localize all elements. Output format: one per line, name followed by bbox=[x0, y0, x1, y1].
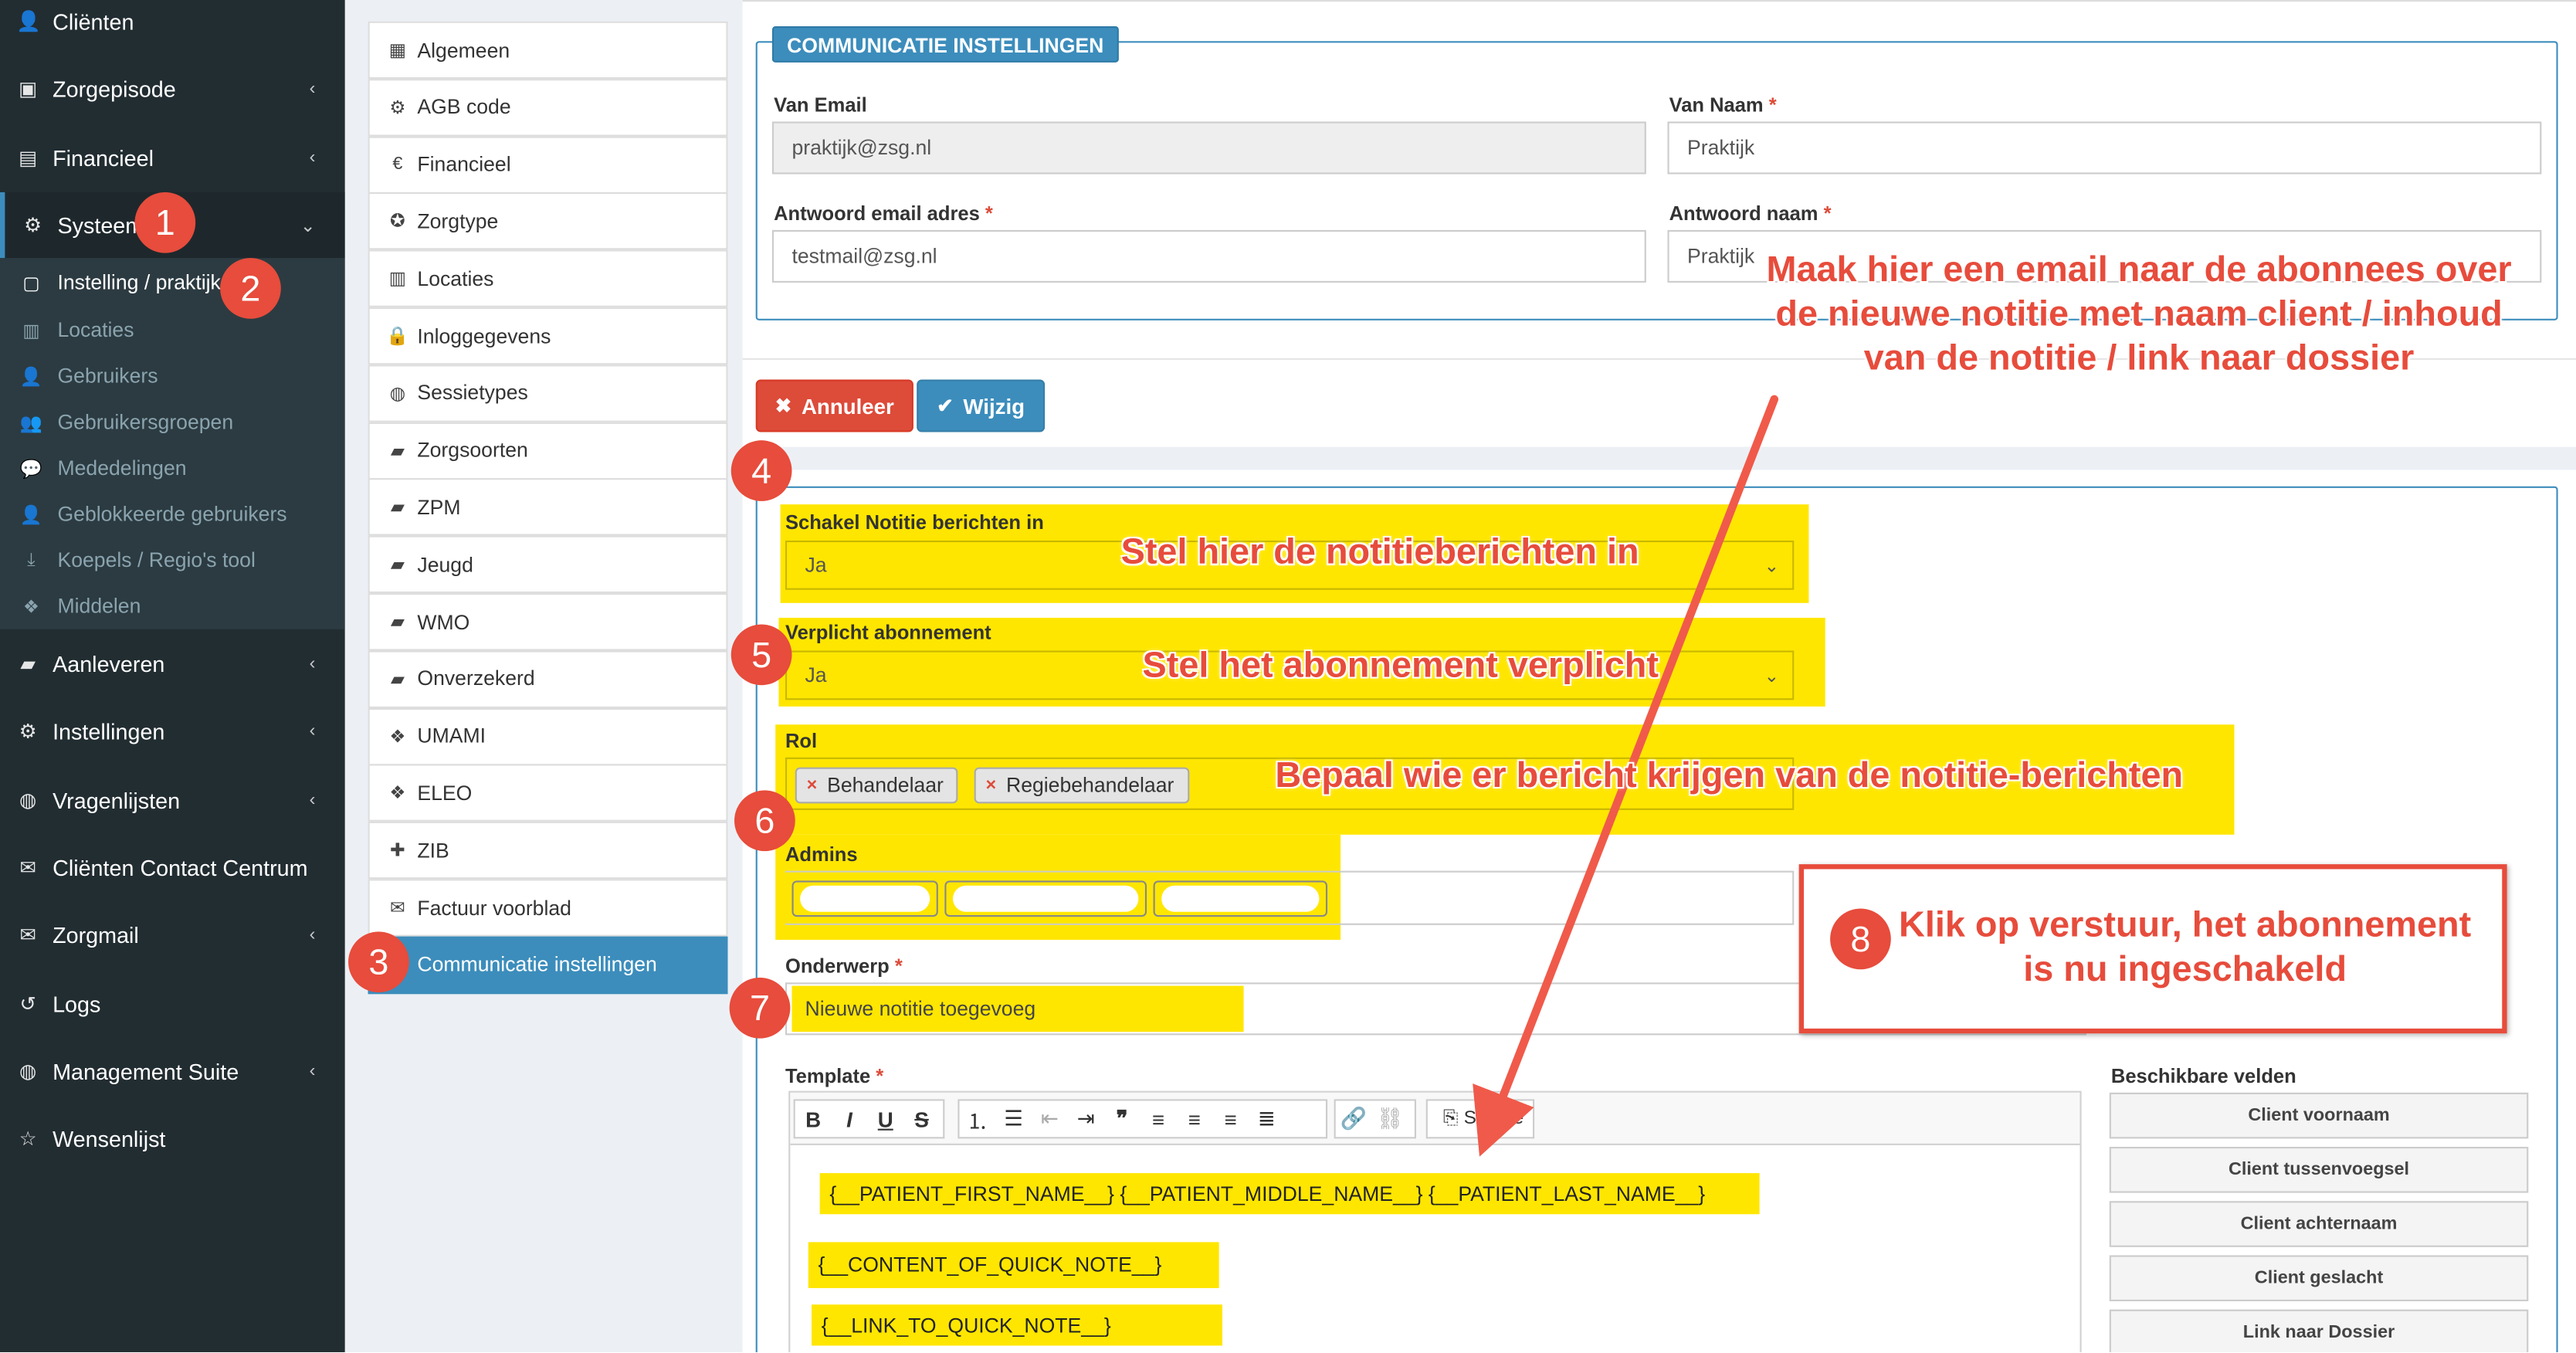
page-root: 👤 Cliënten ▣ Zorgepisode ‹ ▤ Financieel ‹ ⚙ Syste… bbox=[0, 0, 2576, 1352]
step-badge: 1 bbox=[134, 192, 196, 253]
annotation-email-note: Maak hier een email naar de abonnees ove… bbox=[1766, 248, 2512, 378]
step-badge: 7 bbox=[729, 977, 791, 1039]
step-badge: 5 bbox=[730, 624, 792, 686]
step-badge: 4 bbox=[730, 440, 792, 501]
annotation-verplicht-note: Stel het abonnement verplicht bbox=[1142, 643, 1659, 686]
step-badge: 2 bbox=[220, 258, 281, 319]
step-badge: 8 bbox=[1830, 908, 1891, 970]
annotation-submit-note: Klik op verstuur, het abonnement is nu i… bbox=[1899, 904, 2472, 989]
step-badge: 6 bbox=[734, 790, 795, 852]
annotation-schakel-note: Stel hier de notitieberichten in bbox=[1120, 531, 1639, 572]
step-badge: 3 bbox=[348, 931, 409, 993]
annotation-rol-note: Bepaal wie er bericht krijgen van de not… bbox=[1275, 754, 2184, 795]
